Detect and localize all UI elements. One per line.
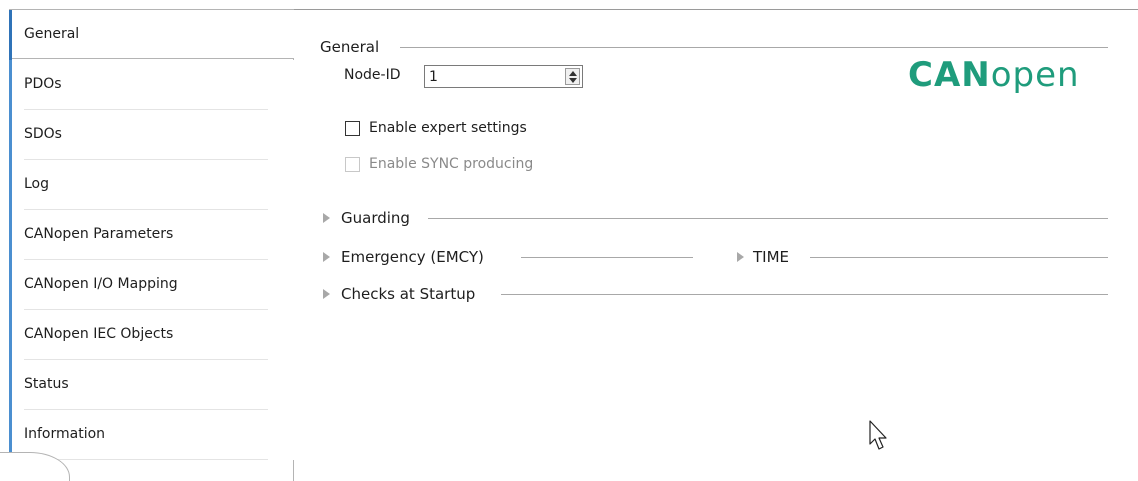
item-accent xyxy=(9,260,12,310)
stepper-buttons[interactable] xyxy=(565,68,580,85)
expand-checks-icon[interactable] xyxy=(323,289,330,299)
section-time-rule xyxy=(810,257,1108,258)
canopen-logo: CANopen xyxy=(908,58,1080,92)
expand-emergency-icon[interactable] xyxy=(323,252,330,262)
expand-guarding-icon[interactable] xyxy=(323,213,330,223)
sidebar-item-label: General xyxy=(24,26,80,42)
sidebar-item-label: CANopen IEC Objects xyxy=(24,326,174,342)
sidebar-item-sdos[interactable]: SDOs xyxy=(9,110,294,160)
logo-can: CAN xyxy=(908,55,991,95)
stepper-down-icon[interactable] xyxy=(569,78,577,83)
section-emergency-title[interactable]: Emergency (EMCY) xyxy=(341,248,484,266)
section-emergency-rule xyxy=(521,257,693,258)
mouse-cursor-icon xyxy=(869,420,887,450)
expert-settings-checkbox[interactable] xyxy=(345,121,360,136)
section-time-title[interactable]: TIME xyxy=(753,248,789,266)
sidebar-item-canopen-parameters[interactable]: CANopen Parameters xyxy=(9,210,294,260)
sync-producing-label: Enable SYNC producing xyxy=(369,156,534,172)
sidebar-item-label: PDOs xyxy=(24,76,62,92)
sync-producing-checkbox xyxy=(345,157,360,172)
logo-open: open xyxy=(990,55,1080,95)
expand-time-icon[interactable] xyxy=(737,252,744,262)
sidebar: General PDOs SDOs Log CANopen Parameters… xyxy=(9,9,294,481)
sidebar-item-label: CANopen I/O Mapping xyxy=(24,276,178,292)
section-checks-title[interactable]: Checks at Startup xyxy=(341,285,475,303)
sidebar-item-label: Status xyxy=(24,376,69,392)
node-id-stepper[interactable]: 1 xyxy=(424,65,583,88)
item-accent xyxy=(9,160,12,210)
active-indicator xyxy=(9,10,12,60)
section-general-title: General xyxy=(320,38,380,56)
sidebar-item-label: Information xyxy=(24,426,106,442)
sidebar-item-label: CANopen Parameters xyxy=(24,226,174,242)
sidebar-item-pdos[interactable]: PDOs xyxy=(9,60,294,110)
section-general-rule xyxy=(400,47,1108,48)
sidebar-item-information[interactable]: Information xyxy=(9,410,294,460)
sidebar-item-canopen-iec-objects[interactable]: CANopen IEC Objects xyxy=(9,310,294,360)
item-accent xyxy=(9,110,12,160)
sidebar-item-label: SDOs xyxy=(24,126,62,142)
item-accent xyxy=(9,210,12,260)
sidebar-item-log[interactable]: Log xyxy=(9,160,294,210)
section-guarding-rule xyxy=(428,218,1108,219)
node-id-label: Node-ID xyxy=(344,67,401,83)
sidebar-item-status[interactable]: Status xyxy=(9,360,294,410)
item-accent xyxy=(9,60,12,110)
expert-settings-label: Enable expert settings xyxy=(369,120,527,136)
item-accent xyxy=(9,310,12,360)
item-accent xyxy=(9,360,12,410)
stepper-up-icon[interactable] xyxy=(569,71,577,76)
section-checks-rule xyxy=(501,294,1108,295)
section-guarding-title[interactable]: Guarding xyxy=(341,209,410,227)
sidebar-item-canopen-io-mapping[interactable]: CANopen I/O Mapping xyxy=(9,260,294,310)
sidebar-item-label: Log xyxy=(24,176,50,192)
sidebar-item-general[interactable]: General xyxy=(9,9,294,60)
node-id-value: 1 xyxy=(429,69,438,85)
divider xyxy=(24,459,268,460)
